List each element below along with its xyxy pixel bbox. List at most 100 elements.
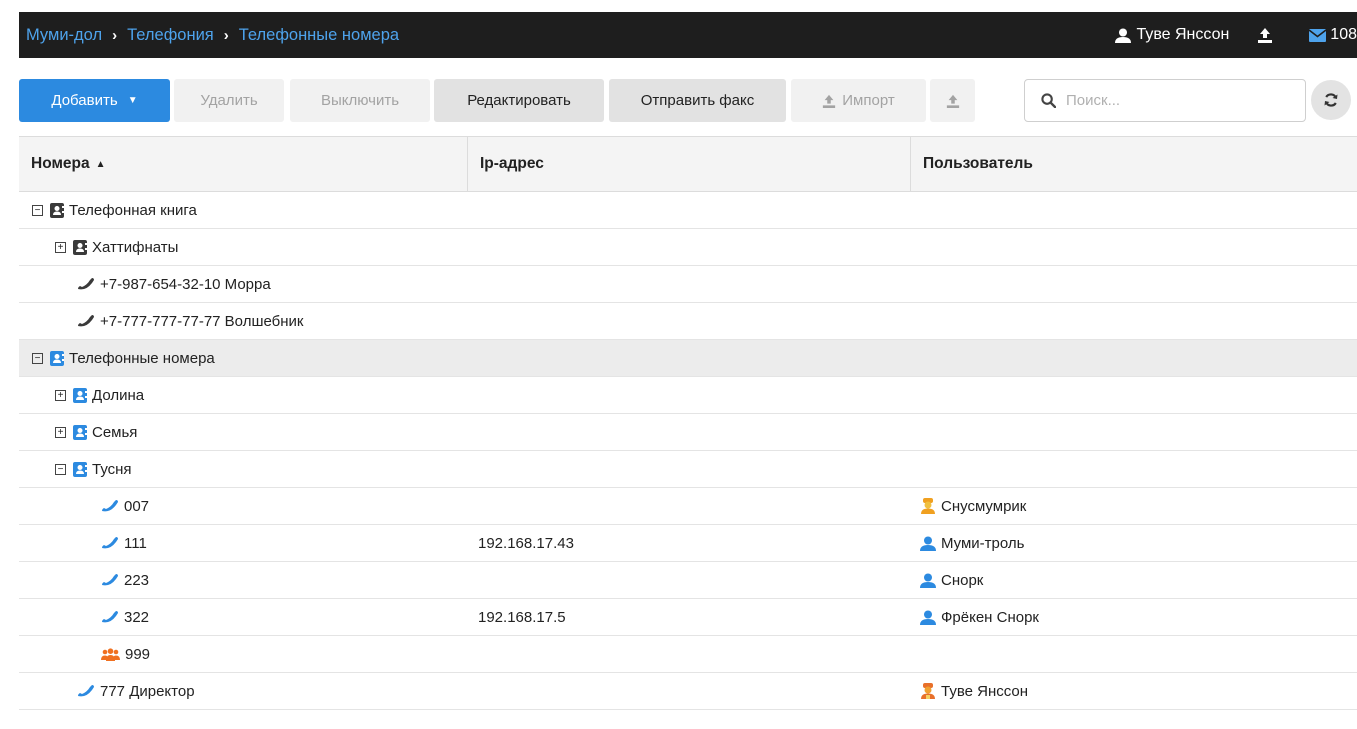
number-cell: − Телефонные номера <box>19 340 215 376</box>
number-cell: 322 <box>19 599 149 635</box>
number-cell: +7-987-654-32-10 Морра <box>19 266 271 302</box>
phone-icon <box>77 277 95 291</box>
expand-toggle-icon[interactable]: + <box>55 241 66 253</box>
import-icon <box>823 94 836 108</box>
upload-button[interactable] <box>1257 27 1273 43</box>
top-right-area: Туве Янссон 108 <box>1115 12 1357 58</box>
phone-icon <box>101 573 119 587</box>
row-label: Хаттифнаты <box>92 238 179 256</box>
column-header-numbers[interactable]: Номера ▲ <box>19 137 467 191</box>
collapse-toggle-icon[interactable]: − <box>55 463 66 475</box>
top-bar: Муми-дол › Телефония › Телефонные номера… <box>19 12 1357 58</box>
collapse-toggle-icon[interactable]: − <box>32 204 43 216</box>
table-row[interactable]: 999 <box>19 636 1357 673</box>
number-cell: +7-777-777-77-77 Волшебник <box>19 303 303 339</box>
number-cell: 223 <box>19 562 149 598</box>
row-label: Долина <box>92 386 145 404</box>
upload-icon <box>1258 28 1273 43</box>
table-row[interactable]: 777 Директор Туве Янссон <box>19 673 1357 710</box>
send-fax-button[interactable]: Отправить факс <box>609 79 786 122</box>
user-name: Фрёкен Снорк <box>941 608 1039 626</box>
user-name: Снусмумрик <box>941 497 1027 515</box>
table-row[interactable]: 007 Снусмумрик <box>19 488 1357 525</box>
export-button[interactable] <box>930 79 975 122</box>
table-row[interactable]: − Телефонные номера <box>19 340 1357 377</box>
breadcrumb-item-moomin-valley[interactable]: Муми-дол <box>26 26 102 45</box>
chevron-right-icon: › <box>112 26 118 44</box>
column-header-numbers-label: Номера <box>31 155 90 172</box>
row-label: Тусня <box>92 460 132 478</box>
table-row[interactable]: +7-987-654-32-10 Морра <box>19 266 1357 303</box>
row-label: 777 Директор <box>100 682 195 700</box>
phone-icon <box>101 536 119 550</box>
row-label: 223 <box>124 571 150 589</box>
collapse-toggle-icon[interactable]: − <box>32 352 43 364</box>
mail-link[interactable]: 108 <box>1309 26 1357 44</box>
sort-ascending-icon: ▲ <box>95 158 106 170</box>
search-input[interactable] <box>1066 92 1286 109</box>
phone-icon <box>77 314 95 328</box>
expand-toggle-icon[interactable]: + <box>55 426 66 438</box>
user-icon <box>920 536 936 551</box>
expand-toggle-icon[interactable]: + <box>55 389 66 401</box>
user-cell: Туве Янссон <box>920 673 1028 709</box>
number-cell: 777 Директор <box>19 673 195 709</box>
contact-book-icon <box>73 239 87 255</box>
number-cell: + Семья <box>19 414 137 450</box>
ip-cell: 192.168.17.43 <box>478 525 574 561</box>
add-button[interactable]: Добавить ▼ <box>19 79 170 122</box>
export-icon <box>946 94 959 108</box>
table-row[interactable]: 322 192.168.17.5 Фрёкен Снорк <box>19 599 1357 636</box>
current-user-link[interactable]: Туве Янссон <box>1115 26 1229 44</box>
breadcrumb-item-telephony[interactable]: Телефония <box>127 26 214 45</box>
user-icon <box>920 573 936 588</box>
user-badge-icon <box>920 498 936 514</box>
table-row[interactable]: − Тусня <box>19 451 1357 488</box>
row-label: Телефонная книга <box>69 201 197 219</box>
import-button[interactable]: Импорт <box>791 79 926 122</box>
disable-button-label: Выключить <box>320 92 400 109</box>
mail-count: 108 <box>1330 26 1357 43</box>
delete-button-label: Удалить <box>200 92 258 109</box>
current-user-name: Туве Янссон <box>1136 26 1230 43</box>
column-header-user[interactable]: Пользователь <box>910 137 1357 191</box>
user-cell: Фрёкен Снорк <box>920 599 1039 635</box>
caret-down-icon: ▼ <box>127 95 138 106</box>
table-row[interactable]: + Хаттифнаты <box>19 229 1357 266</box>
disable-button[interactable]: Выключить <box>290 79 430 122</box>
user-name: Туве Янссон <box>941 682 1029 700</box>
mail-icon <box>1309 28 1327 42</box>
table-row[interactable]: + Долина <box>19 377 1357 414</box>
contact-book-icon <box>50 350 64 366</box>
table-row[interactable]: 223 Снорк <box>19 562 1357 599</box>
phone-icon <box>101 499 119 513</box>
row-label: 111 <box>124 534 147 552</box>
delete-button[interactable]: Удалить <box>174 79 284 122</box>
table-row[interactable]: + Семья <box>19 414 1357 451</box>
number-cell: 999 <box>19 636 150 672</box>
row-label: +7-777-777-77-77 Волшебник <box>100 312 304 330</box>
phone-numbers-table: Номера ▲ Ip-адрес Пользователь − Телефон… <box>19 136 1357 710</box>
column-header-user-label: Пользователь <box>923 155 1033 172</box>
table-row[interactable]: 111 192.168.17.43 Муми-троль <box>19 525 1357 562</box>
contact-book-icon <box>73 461 87 477</box>
contact-book-icon <box>50 202 64 218</box>
search-box[interactable] <box>1024 79 1306 122</box>
user-name: Муми-троль <box>941 534 1025 552</box>
number-cell: + Хаттифнаты <box>19 229 178 265</box>
table-row[interactable]: +7-777-777-77-77 Волшебник <box>19 303 1357 340</box>
search-icon <box>1041 93 1056 108</box>
breadcrumb: Муми-дол › Телефония › Телефонные номера <box>26 12 399 58</box>
number-cell: 111 <box>19 525 147 561</box>
phone-icon <box>77 684 95 698</box>
user-cell: Снорк <box>920 562 983 598</box>
column-header-ip[interactable]: Ip-адрес <box>467 137 910 191</box>
edit-button[interactable]: Редактировать <box>434 79 604 122</box>
refresh-button[interactable] <box>1311 80 1351 120</box>
table-row[interactable]: − Телефонная книга <box>19 192 1357 229</box>
row-label: Семья <box>92 423 138 441</box>
breadcrumb-item-phone-numbers[interactable]: Телефонные номера <box>239 26 399 45</box>
ip-address: 192.168.17.5 <box>478 608 566 626</box>
ip-cell: 192.168.17.5 <box>478 599 566 635</box>
row-label: 999 <box>125 645 151 663</box>
